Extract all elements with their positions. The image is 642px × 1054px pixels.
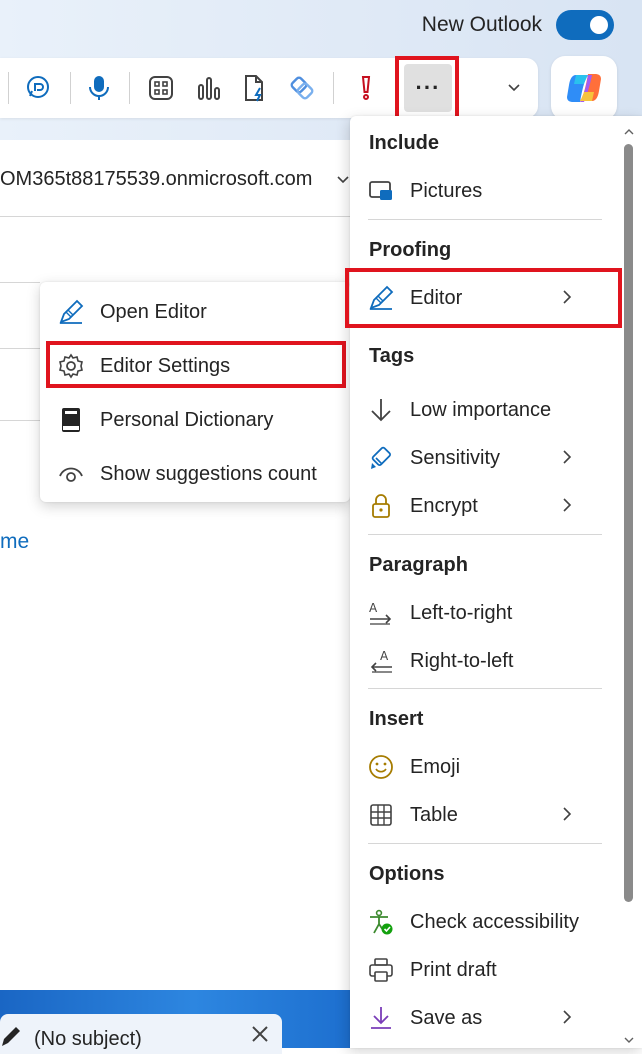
- scrollbar-thumb[interactable]: [624, 144, 633, 902]
- svg-text:A: A: [380, 649, 389, 663]
- menu-item-label: Print draft: [410, 959, 497, 981]
- menu-separator: [368, 688, 602, 689]
- menu-separator: [368, 219, 602, 220]
- menu-item-label: Table: [410, 804, 458, 826]
- table-icon: [368, 802, 394, 828]
- menu-item-label: Emoji: [410, 756, 461, 778]
- toolbar-separator: [8, 72, 9, 104]
- editor-submenu: Open Editor Editor Settings Personal Dic…: [40, 282, 350, 502]
- menu-item-low-importance[interactable]: Low importance: [350, 387, 620, 433]
- lock-icon: [368, 493, 394, 519]
- toolbar-separator: [333, 72, 334, 104]
- menu-item-check-accessibility[interactable]: Check accessibility: [350, 899, 620, 945]
- chevron-right-icon: [560, 447, 574, 467]
- editor-pen-icon: [58, 299, 84, 325]
- pictures-icon: [368, 178, 394, 204]
- submenu-item-personal-dictionary[interactable]: Personal Dictionary: [40, 394, 350, 446]
- importance-icon[interactable]: [348, 70, 384, 106]
- divider: [0, 420, 40, 421]
- chevron-right-icon: [560, 804, 574, 824]
- from-address[interactable]: OM365t88175539.onmicrosoft.com: [0, 168, 312, 191]
- menu-item-label: Left-to-right: [410, 602, 513, 624]
- section-header-tags: Tags: [369, 345, 415, 367]
- menu-item-label: Sensitivity: [410, 447, 501, 469]
- ltr-icon: A: [368, 600, 394, 626]
- from-chevron-icon[interactable]: [336, 172, 350, 190]
- menu-item-label: Check accessibility: [410, 911, 579, 933]
- expand-chevron-icon[interactable]: [496, 70, 532, 106]
- menu-item-label: Pictures: [410, 180, 483, 202]
- body-link[interactable]: me: [0, 530, 29, 554]
- menu-item-print-draft[interactable]: Print draft: [350, 947, 620, 993]
- section-header-insert: Insert: [369, 708, 424, 730]
- divider: [0, 348, 40, 349]
- submenu-item-label: Open Editor: [100, 300, 207, 323]
- accessibility-icon: [368, 909, 394, 935]
- highlight-editor-item: [345, 268, 622, 328]
- copilot-icon[interactable]: [551, 56, 617, 120]
- chevron-right-icon: [560, 1007, 574, 1027]
- menu-item-save-as[interactable]: Save as: [350, 995, 620, 1041]
- section-header-options: Options: [369, 863, 445, 885]
- save-as-icon: [368, 1005, 394, 1031]
- menu-separator: [368, 843, 602, 844]
- apps-icon[interactable]: [143, 70, 179, 106]
- rtl-icon: A: [368, 648, 394, 674]
- highlight-editor-settings: [46, 341, 346, 388]
- scroll-down-icon[interactable]: [623, 1032, 635, 1043]
- section-header-include: Include: [369, 132, 440, 154]
- highlight-more-options: [395, 56, 459, 120]
- menu-item-right-to-left[interactable]: A Right-to-left: [350, 638, 620, 684]
- divider: [0, 216, 350, 217]
- section-header-proofing: Proofing: [369, 239, 452, 261]
- toolbar-separator: [70, 72, 71, 104]
- menu-item-emoji[interactable]: Emoji: [350, 744, 620, 790]
- printer-icon: [368, 957, 394, 983]
- menu-item-label: Encrypt: [410, 495, 478, 517]
- submenu-item-show-suggestions-count[interactable]: Show suggestions count: [40, 448, 350, 500]
- divider: [0, 282, 40, 283]
- sensitivity-icon: [368, 445, 394, 471]
- menu-item-left-to-right[interactable]: A Left-to-right: [350, 590, 620, 636]
- menu-item-encrypt[interactable]: Encrypt: [350, 483, 620, 529]
- menu-item-label: Save as: [410, 1007, 483, 1029]
- submenu-item-label: Show suggestions count: [100, 462, 317, 485]
- arrow-down-icon: [368, 397, 394, 423]
- menu-item-pictures[interactable]: Pictures: [350, 168, 620, 214]
- viva-icon[interactable]: [284, 70, 320, 106]
- menu-item-label: Low importance: [410, 399, 552, 421]
- more-options-menu: Include Pictures Proofing Editor Tags Lo…: [350, 116, 642, 1048]
- new-outlook-toggle[interactable]: [556, 10, 614, 40]
- loop-icon[interactable]: [20, 70, 56, 106]
- new-outlook-label: New Outlook: [421, 13, 542, 36]
- toggle-knob: [590, 16, 608, 34]
- new-outlook-toggle-group: New Outlook: [422, 10, 614, 40]
- poll-icon[interactable]: [191, 70, 227, 106]
- emoji-icon: [368, 754, 394, 780]
- submenu-item-open-editor[interactable]: Open Editor: [40, 286, 350, 338]
- close-icon[interactable]: [250, 1024, 270, 1049]
- pencil-icon: [0, 1024, 22, 1053]
- file-icon[interactable]: [237, 70, 273, 106]
- dictionary-icon: [58, 407, 84, 433]
- menu-separator: [368, 534, 602, 535]
- toolbar-separator: [129, 72, 130, 104]
- scroll-up-icon[interactable]: [623, 124, 635, 135]
- eye-icon: [58, 461, 84, 487]
- section-header-paragraph: Paragraph: [369, 554, 468, 576]
- submenu-item-label: Personal Dictionary: [100, 408, 274, 431]
- chevron-right-icon: [560, 495, 574, 515]
- menu-item-table[interactable]: Table: [350, 792, 620, 838]
- svg-text:A: A: [369, 601, 378, 615]
- menu-item-sensitivity[interactable]: Sensitivity: [350, 435, 620, 481]
- menu-item-label: Right-to-left: [410, 650, 514, 672]
- dictate-icon[interactable]: [81, 70, 117, 106]
